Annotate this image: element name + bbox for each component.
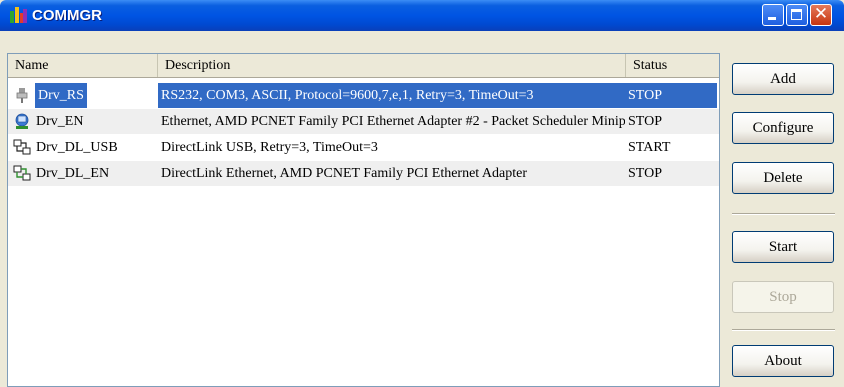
row-description: RS232, COM3, ASCII, Protocol=9600,7,e,1,… <box>158 83 626 108</box>
commgr-app-icon <box>10 7 27 23</box>
minimize-button[interactable] <box>762 4 784 26</box>
start-button[interactable]: Start <box>732 231 834 263</box>
driver-list[interactable]: Name Description Status Drv_RS RS232, CO… <box>7 53 720 387</box>
column-header-status[interactable]: Status <box>626 54 719 77</box>
add-button[interactable]: Add <box>732 63 834 95</box>
column-header-name[interactable]: Name <box>8 54 158 77</box>
row-name: Drv_DL_USB <box>36 140 118 155</box>
button-separator <box>732 213 835 215</box>
list-row-drv-dl-usb[interactable]: Drv_DL_USB DirectLink USB, Retry=3, Time… <box>8 135 719 160</box>
about-button[interactable]: About <box>732 345 834 377</box>
row-status: START <box>628 140 671 155</box>
title-bar[interactable]: COMMGR ✕ <box>0 0 844 31</box>
button-separator <box>732 329 835 331</box>
delete-button[interactable]: Delete <box>732 162 834 194</box>
stop-button: Stop <box>732 281 834 313</box>
row-description: DirectLink Ethernet, AMD PCNET Family PC… <box>161 166 528 181</box>
network-link-icon <box>13 165 31 181</box>
row-name: Drv_DL_EN <box>36 166 110 181</box>
minimize-icon <box>768 17 776 20</box>
commgr-window: COMMGR ✕ Name Description Status Drv_RS … <box>0 0 844 387</box>
close-button[interactable]: ✕ <box>810 4 832 26</box>
column-header-description[interactable]: Description <box>158 54 626 77</box>
row-status: STOP <box>628 114 662 129</box>
close-icon: ✕ <box>813 4 829 24</box>
configure-button[interactable]: Configure <box>732 112 834 144</box>
row-name: Drv_RS <box>35 83 87 108</box>
serial-port-icon <box>16 88 28 103</box>
usb-link-icon <box>13 139 31 155</box>
row-status: STOP <box>628 166 662 181</box>
row-description: DirectLink USB, Retry=3, TimeOut=3 <box>161 140 378 155</box>
row-status: STOP <box>626 83 717 108</box>
window-title: COMMGR <box>32 7 102 24</box>
list-row-drv-en[interactable]: Drv_EN Ethernet, AMD PCNET Family PCI Et… <box>8 109 719 134</box>
row-name: Drv_EN <box>36 114 84 129</box>
list-row-drv-dl-en[interactable]: Drv_DL_EN DirectLink Ethernet, AMD PCNET… <box>8 161 719 186</box>
list-header: Name Description Status <box>8 54 719 78</box>
ethernet-icon <box>15 113 29 129</box>
row-description: Ethernet, AMD PCNET Family PCI Ethernet … <box>161 114 625 129</box>
maximize-button[interactable] <box>786 4 808 26</box>
maximize-icon <box>791 9 802 20</box>
list-row-drv-rs[interactable]: Drv_RS RS232, COM3, ASCII, Protocol=9600… <box>8 83 719 108</box>
